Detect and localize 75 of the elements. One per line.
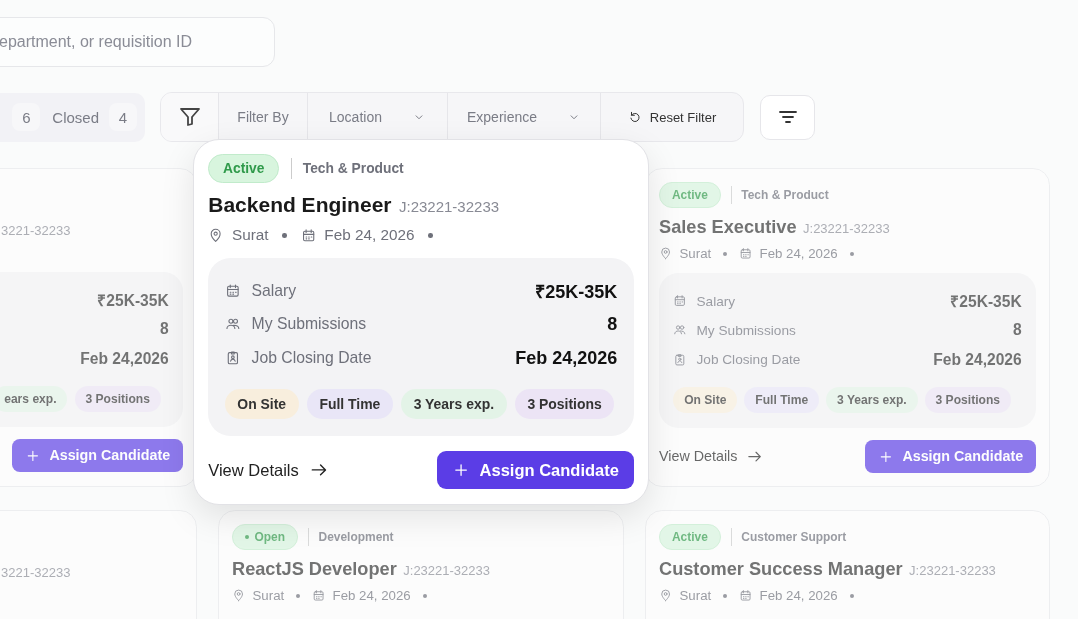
job-id: J:23221-32233 — [399, 198, 500, 216]
detail-value: ₹25K-35K — [950, 292, 1022, 313]
id-badge-icon — [673, 352, 687, 367]
tag: 3 Positions — [514, 389, 615, 420]
department-label: Tech & Product — [741, 188, 829, 202]
job-title: Customer Success Manager — [659, 559, 903, 581]
view-details-link[interactable]: View Details — [659, 447, 764, 465]
detail-value: 8 — [160, 320, 169, 339]
detail-label: Job Closing Date — [696, 352, 801, 368]
tag: 3 Years exp. — [401, 389, 507, 420]
assign-candidate-button[interactable]: Assign Candidate — [865, 439, 1036, 473]
calendar-icon — [224, 282, 241, 299]
status-tab[interactable]: Closed 4 — [52, 99, 137, 135]
status-badge: Active — [659, 182, 721, 209]
tag: On Site — [673, 386, 738, 413]
location-text: Surat — [231, 226, 269, 245]
search-field[interactable]: epartment, or requisition ID — [0, 17, 275, 67]
location-text: Surat — [252, 588, 285, 604]
calendar-icon — [312, 588, 326, 603]
tag: Full Time — [744, 386, 819, 413]
location-pin-icon — [659, 246, 673, 261]
location-text: Surat — [679, 246, 712, 262]
detail-label: Job Closing Date — [251, 349, 372, 368]
tag: 3 Years exp. — [826, 386, 918, 413]
sort-button[interactable] — [760, 94, 815, 140]
job-id: J:23221-32233 — [403, 563, 491, 579]
location-pin-icon — [659, 588, 673, 603]
job-id: 3221-32233 — [1, 223, 71, 238]
detail-value: ₹25K-35K — [97, 291, 169, 312]
date-text: Feb 24, 2026 — [324, 226, 415, 245]
tag: Full Time — [306, 389, 393, 420]
detail-value: Feb 24,2026 — [80, 349, 169, 368]
date-text: Feb 24, 2026 — [759, 588, 838, 604]
detail-value: 8 — [1013, 321, 1022, 340]
department-label: Tech & Product — [302, 161, 404, 177]
location-pin-icon — [208, 227, 224, 244]
job-id: 3221-32233 — [1, 565, 71, 580]
job-title: Backend Engineer — [208, 193, 392, 218]
calendar-icon — [300, 227, 316, 244]
job-id: J:23221-32233 — [803, 221, 890, 237]
tag: ears exp. — [0, 385, 68, 412]
job-id: J:23221-32233 — [909, 563, 996, 579]
job-title: ReactJS Developer — [232, 559, 397, 581]
calendar-icon — [673, 294, 687, 308]
assign-candidate-button[interactable]: Assign Candidate — [436, 450, 634, 490]
detail-value: ₹25K-35K — [535, 280, 618, 303]
tag: On Site — [224, 389, 299, 420]
location-pin-icon — [232, 588, 246, 603]
detail-label: My Submissions — [251, 315, 367, 334]
date-text: Feb 24, 2026 — [759, 246, 838, 262]
location-text: Surat — [679, 588, 712, 604]
status-badge: Open — [232, 524, 298, 551]
detail-value: Feb 24,2026 — [515, 347, 618, 369]
count-badge: 4 — [109, 103, 137, 131]
detail-value: 8 — [607, 313, 618, 335]
job-title: Sales Executive — [659, 217, 797, 239]
date-text: Feb 24, 2026 — [332, 588, 411, 604]
status-badge: Active — [208, 154, 280, 183]
view-details-link[interactable]: View Details — [208, 460, 329, 480]
reset-icon — [627, 110, 642, 124]
detail-label: Salary — [696, 293, 736, 309]
assign-candidate-button[interactable]: Assign Candidate — [12, 438, 183, 473]
detail-value: Feb 24,2026 — [933, 350, 1022, 369]
department-label: Customer Support — [741, 530, 847, 544]
calendar-icon — [739, 588, 753, 603]
tab-label: Closed — [52, 108, 99, 126]
calendar-icon — [739, 246, 753, 261]
department-label: Development — [318, 530, 394, 544]
detail-label: My Submissions — [696, 322, 796, 338]
tag: 3 Positions — [74, 385, 161, 412]
detail-label: Salary — [251, 281, 297, 300]
sort-icon — [777, 109, 798, 125]
filter-icon — [177, 105, 202, 129]
status-badge: Active — [659, 524, 721, 551]
tag: 3 Positions — [924, 386, 1011, 413]
